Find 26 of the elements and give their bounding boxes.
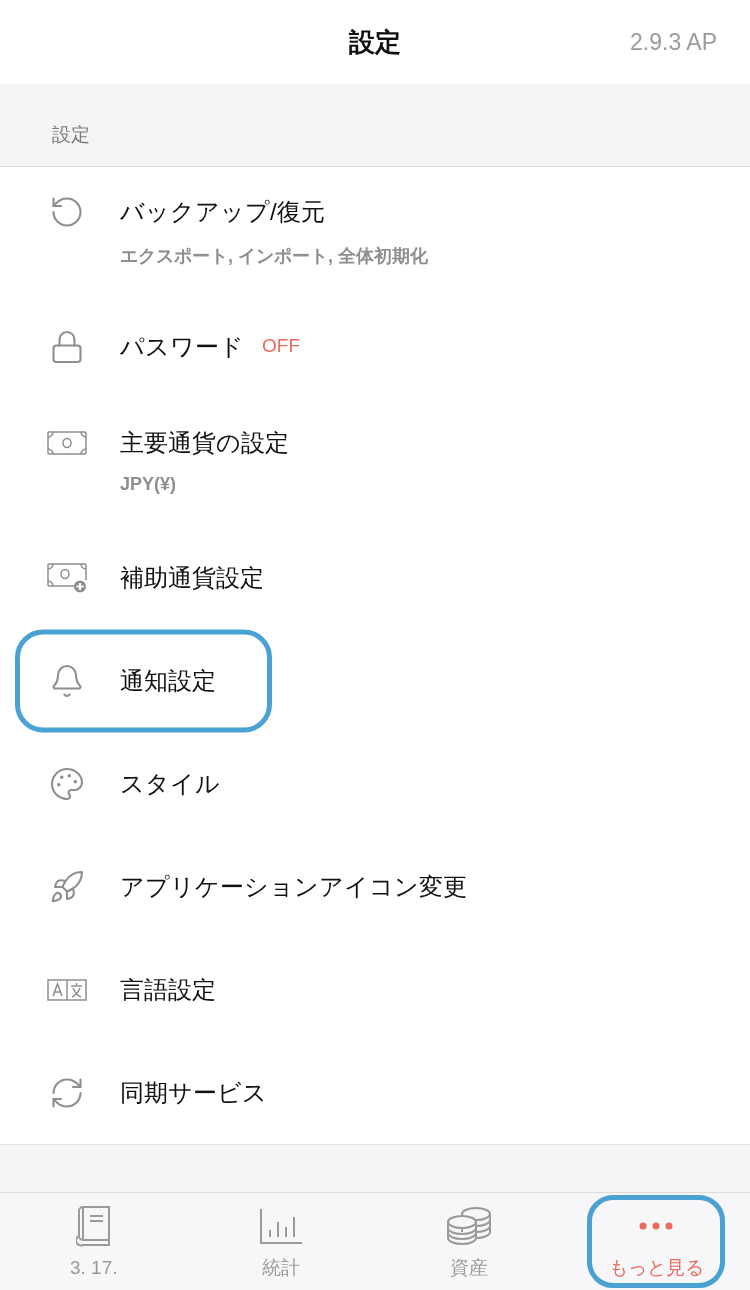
page-title: 設定 — [349, 25, 401, 59]
setting-title[interactable]: アプリケーションアイコン変更 — [120, 871, 467, 902]
setting-title[interactable]: スタイル — [120, 768, 220, 799]
banknote-icon — [47, 431, 87, 455]
translate-icon — [47, 978, 87, 1001]
setting-title[interactable]: パスワード — [120, 331, 244, 362]
more-dots-icon — [639, 1222, 674, 1230]
banknote-plus-icon — [47, 562, 87, 593]
setting-title[interactable]: 通知設定 — [120, 665, 216, 696]
status-text: OFF — [262, 334, 300, 359]
setting-title[interactable]: バックアップ/復元 — [120, 197, 325, 227]
version-text: 2.9.3 AP — [630, 27, 718, 57]
setting-subtitle: エクスポート, インポート, 全体初期化 — [120, 245, 428, 268]
book-icon — [75, 1205, 112, 1247]
palette-icon — [49, 765, 85, 802]
lock-icon — [49, 328, 85, 365]
rocket-icon — [49, 868, 85, 905]
bell-icon — [49, 662, 85, 699]
section-header: 設定 — [52, 122, 90, 147]
coins-icon — [445, 1206, 492, 1246]
bar-chart-icon — [259, 1207, 304, 1245]
setting-title[interactable]: 言語設定 — [120, 974, 216, 1005]
setting-subtitle: JPY(¥) — [120, 473, 177, 496]
setting-title[interactable]: 同期サービス — [120, 1077, 267, 1108]
setting-title[interactable]: 主要通貨の設定 — [120, 428, 289, 458]
setting-title[interactable]: 補助通貨設定 — [120, 562, 264, 593]
